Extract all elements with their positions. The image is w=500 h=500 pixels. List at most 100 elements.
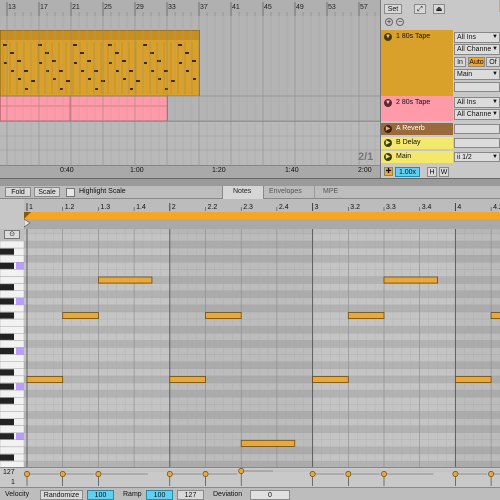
track-2-clip[interactable] <box>0 96 168 121</box>
return-a-output[interactable] <box>454 124 500 134</box>
midi-note[interactable] <box>454 375 492 383</box>
velocity-handle[interactable] <box>166 471 173 477</box>
piano-key-black[interactable] <box>0 298 14 305</box>
fold-keys-icon[interactable]: ⊙ <box>4 230 20 239</box>
midi-note[interactable] <box>26 375 64 383</box>
piano-key-white[interactable] <box>0 254 24 263</box>
piano-key-black[interactable] <box>0 262 14 269</box>
track-1-channel-select[interactable]: All Channe ▼ <box>454 44 500 55</box>
piano-key-black[interactable] <box>0 454 14 461</box>
velocity-handle[interactable] <box>381 471 387 477</box>
randomize-button[interactable]: Randomize <box>40 490 83 500</box>
track-fold-icon[interactable]: ▶ <box>384 125 392 133</box>
piano-key-black[interactable] <box>0 419 14 426</box>
piano-key-white[interactable] <box>0 290 24 299</box>
piano-key-white[interactable] <box>0 304 24 313</box>
fold-button[interactable]: Fold <box>5 187 31 197</box>
monitor-in-button[interactable]: In <box>454 57 466 67</box>
loop-brace[interactable] <box>24 212 500 219</box>
velocity-handle[interactable] <box>345 471 352 477</box>
piano-key-black[interactable] <box>0 248 14 255</box>
midi-note[interactable] <box>205 312 242 319</box>
midi-note[interactable] <box>169 375 206 383</box>
midi-note[interactable] <box>383 276 438 284</box>
return-b-header[interactable]: ▶ B Delay <box>381 137 453 149</box>
add-track-icon[interactable]: + <box>385 18 393 26</box>
piano-key-black[interactable] <box>0 284 14 291</box>
piano-key-white[interactable] <box>0 276 24 284</box>
expand-icon[interactable]: ⤢ <box>414 4 426 14</box>
ramp-start-field[interactable]: 100 <box>146 490 173 500</box>
track-fold-icon[interactable]: ▶ <box>384 139 392 147</box>
track-2-header[interactable]: ▼ 2 80s Tape <box>381 96 453 121</box>
tab-notes[interactable]: Notes <box>222 186 264 199</box>
highlight-scale-checkbox[interactable] <box>66 188 75 197</box>
velocity-handle[interactable] <box>95 471 102 477</box>
piano-key-white[interactable] <box>0 375 24 384</box>
velocity-handle[interactable] <box>309 471 316 477</box>
midi-note[interactable] <box>240 439 296 447</box>
deviation-field[interactable]: 0 <box>250 490 290 500</box>
piano-key-white[interactable] <box>0 361 24 369</box>
beat-ruler[interactable]: 1 1.2 1.3 1.4 2 2.2 2.3 2.4 3 3.2 3.3 3.4 4 4.2 <box>24 199 500 229</box>
track-fold-icon[interactable]: ▶ <box>384 153 392 161</box>
monitor-off-button[interactable]: Of <box>486 57 500 67</box>
velocity-handle[interactable] <box>24 471 30 477</box>
track-1-output-select[interactable]: Main ▼ <box>454 69 500 80</box>
piano-key-white[interactable] <box>0 425 24 433</box>
track-2-input-select[interactable]: All Ins ▼ <box>454 97 500 108</box>
piano-key-white[interactable] <box>0 318 24 327</box>
piano-key-white[interactable] <box>0 340 24 348</box>
velocity-handle[interactable] <box>59 471 66 477</box>
track-1-header[interactable]: ▼ 1 80s Tape <box>381 30 453 96</box>
remove-track-icon[interactable]: − <box>396 18 404 26</box>
midi-note[interactable] <box>490 312 500 319</box>
scale-button[interactable]: Scale <box>34 187 60 197</box>
velocity-stems[interactable] <box>24 468 500 488</box>
piano-key-white[interactable] <box>0 269 24 277</box>
piano-key-black[interactable] <box>0 369 14 376</box>
piano-key-white[interactable] <box>0 404 24 412</box>
piano-key-white[interactable] <box>0 446 24 455</box>
piano-key-black[interactable] <box>0 348 14 355</box>
return-a-header[interactable]: ▶ A Reverb <box>381 123 453 135</box>
piano-key-white[interactable] <box>0 439 24 448</box>
track-fold-icon[interactable]: ▼ <box>384 33 392 41</box>
tempo-ratio-field[interactable]: 1.00x <box>395 167 420 177</box>
velocity-handle[interactable] <box>238 468 245 474</box>
piano-key-black[interactable] <box>0 312 14 319</box>
arrange-overview-icon[interactable]: ✚ <box>384 167 393 176</box>
set-button[interactable]: Set <box>384 4 402 14</box>
velocity-handle[interactable] <box>452 471 459 477</box>
note-grid[interactable] <box>24 229 500 467</box>
piano-key-white[interactable] <box>0 325 24 334</box>
lock-icon[interactable]: ⏏ <box>433 4 445 14</box>
track-1-sub-output[interactable] <box>454 82 500 92</box>
monitor-auto-button[interactable]: Auto <box>468 57 485 67</box>
piano-key-white[interactable] <box>0 411 24 419</box>
midi-note[interactable] <box>312 375 349 383</box>
velocity-lane[interactable]: 127 1 <box>0 467 500 487</box>
midi-note[interactable] <box>347 312 385 319</box>
track-fold-icon[interactable]: ▼ <box>384 99 392 107</box>
main-output-select[interactable]: ii 1/2 ▼ <box>454 152 500 162</box>
piano-key-black[interactable] <box>0 397 14 404</box>
piano-key-white[interactable] <box>0 389 24 398</box>
randomize-amount-field[interactable]: 100 <box>87 490 114 500</box>
return-b-output[interactable] <box>454 138 500 148</box>
piano-key-black[interactable] <box>0 433 14 440</box>
track-1-clip[interactable] <box>0 30 200 96</box>
track-2-channel-select[interactable]: All Channe ▼ <box>454 109 500 120</box>
bar-ruler[interactable]: 13 17 21 25 29 33 37 41 45 49 53 57 <box>0 0 380 16</box>
h-button[interactable]: H <box>427 167 437 177</box>
midi-note[interactable] <box>62 312 99 319</box>
velocity-handle[interactable] <box>202 471 209 477</box>
midi-note[interactable] <box>98 276 153 284</box>
panel-divider[interactable] <box>0 178 500 186</box>
piano-key-white[interactable] <box>0 241 24 249</box>
piano-key-white[interactable] <box>0 354 24 362</box>
w-button[interactable]: W <box>439 167 449 177</box>
main-track-header[interactable]: ▶ Main <box>381 151 453 163</box>
velocity-handle[interactable] <box>488 471 495 477</box>
piano-key-black[interactable] <box>0 383 14 390</box>
